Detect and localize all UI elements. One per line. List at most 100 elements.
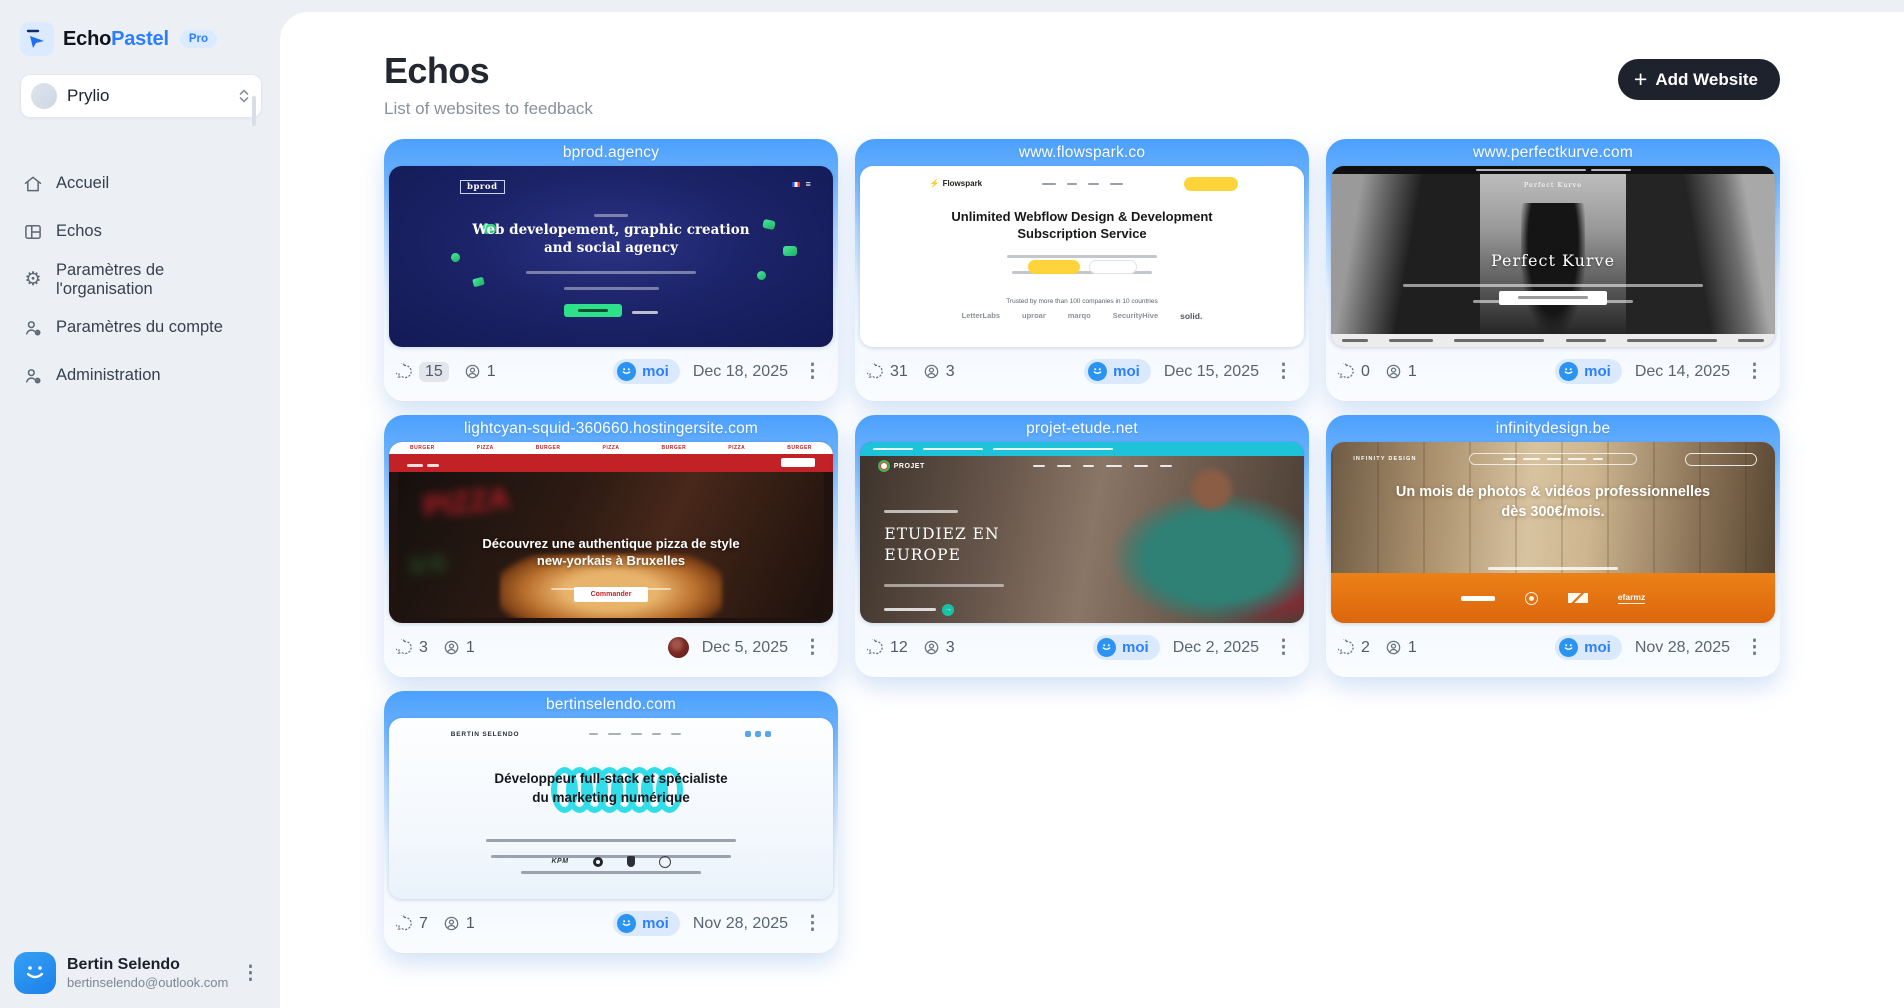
sidebar-item-label: Paramètres de l'organisation (56, 261, 260, 299)
card-menu-button[interactable]: ⋮ (1739, 358, 1770, 385)
website-thumbnail[interactable]: Perfect Kurve Perfect Kurve (1331, 166, 1775, 347)
main-panel: Echos List of websites to feedback + Add… (280, 12, 1904, 1008)
site-headline: Web developement, graphic creation and s… (469, 222, 753, 257)
partner-logo (1461, 594, 1495, 603)
partner-logo: marqo (1068, 311, 1091, 320)
chevron-up-down-icon (237, 88, 251, 104)
user-meta: Bertin Selendo bertinselendo@outlook.com (67, 956, 224, 990)
owner-avatar[interactable] (668, 637, 689, 658)
sidebar-item-administration[interactable]: Administration (20, 356, 262, 395)
add-website-button[interactable]: + Add Website (1618, 59, 1780, 100)
site-nav-pill (1469, 453, 1638, 465)
gear-icon: ⚙ (22, 269, 44, 291)
sidebar-item-parametres-compte[interactable]: Paramètres du compte (20, 308, 262, 347)
members-stat: 1 (443, 639, 475, 657)
echo-card-projet-etude[interactable]: projet-etude.net PROJET ETUDIEZ EN EUROP… (855, 415, 1309, 677)
sidebar-nav: Accueil Echos ⚙ Paramètres de l'organisa… (20, 164, 262, 395)
owner-badge[interactable]: moi (1093, 635, 1160, 660)
site-cta-button: Commander (574, 587, 648, 602)
site-nav-items (1042, 183, 1123, 186)
site-logo: INFINITY DESIGN (1353, 455, 1416, 463)
site-headline: Un mois de photos & vidéos professionnel… (1331, 482, 1775, 523)
website-thumbnail[interactable]: PROJET ETUDIEZ EN EUROPE → (860, 442, 1304, 623)
members-count: 1 (487, 363, 496, 381)
card-footer: 12 3 moi Dec 2, 2025 ⋮ (855, 623, 1309, 672)
student-photo (1060, 460, 1304, 623)
neon-sign: PIZZA (422, 482, 512, 525)
home-icon (22, 173, 44, 195)
site-subtext (389, 262, 833, 294)
user-gear-icon (22, 317, 44, 339)
comment-icon (396, 915, 413, 932)
card-menu-button[interactable]: ⋮ (797, 358, 828, 385)
card-menu-button[interactable]: ⋮ (1739, 634, 1770, 661)
partner-logo: uproar (1022, 311, 1046, 320)
partner-logo: SecurityHive (1113, 311, 1158, 320)
owner-badge[interactable]: moi (1555, 635, 1622, 660)
owner-label: moi (1122, 639, 1149, 656)
owner-badge[interactable]: moi (613, 911, 680, 936)
owner-badge[interactable]: moi (613, 359, 680, 384)
client-logo (593, 857, 603, 867)
website-thumbnail[interactable]: bprod ≡ Web developement, graphic creati… (389, 166, 833, 347)
sidebar-item-accueil[interactable]: Accueil (20, 164, 262, 203)
page-title: Echos (384, 50, 593, 92)
card-date: Dec 5, 2025 (702, 639, 788, 657)
comment-icon (1338, 639, 1355, 656)
owner-badge[interactable]: moi (1555, 359, 1622, 384)
client-logo-row: KPM (389, 856, 833, 868)
website-thumbnail[interactable]: BERTIN SELENDO Développeur full-stack et… (389, 718, 833, 899)
site-headline: Découvrez une authentique pizza de style… (398, 536, 824, 570)
layout-grid-icon (22, 221, 44, 243)
echo-card-bprod[interactable]: bprod.agency bprod ≡ Web developement, g… (384, 139, 838, 401)
sidebar-resize-handle[interactable] (252, 96, 256, 126)
echo-card-perfectkurve[interactable]: www.perfectkurve.com Perfect Kurve Perfe… (1326, 139, 1780, 401)
partner-logo (1568, 593, 1588, 603)
owner-badge[interactable]: moi (1084, 359, 1151, 384)
site-logo: Perfect Kurve (1331, 181, 1775, 189)
card-menu-button[interactable]: ⋮ (797, 910, 828, 937)
comments-stat: 0 (1338, 363, 1370, 381)
client-logo: KPM (551, 858, 568, 865)
website-thumbnail[interactable]: INFINITY DESIGN Un mois de photos & vidé… (1331, 442, 1775, 623)
echo-card-infinitydesign[interactable]: infinitydesign.be INFINITY DESIGN Un moi… (1326, 415, 1780, 677)
people-icon (1385, 363, 1402, 380)
partner-logo: solid. (1180, 311, 1202, 321)
site-headline: Perfect Kurve (1331, 251, 1775, 270)
organization-selector[interactable]: Prylio (20, 74, 262, 118)
card-footer: 7 1 moi Nov 28, 2025 ⋮ (384, 899, 838, 948)
echo-card-bertinselendo[interactable]: bertinselendo.com BERTIN SELENDO Dévelop… (384, 691, 838, 953)
site-logo: bprod (460, 180, 504, 194)
card-menu-button[interactable]: ⋮ (1268, 634, 1299, 661)
website-thumbnail[interactable]: BURGERPIZZABURGERPIZZABURGERPIZZABURGER … (389, 442, 833, 623)
website-thumbnail[interactable]: ⚡Flowspark Unlimited Webflow Design & De… (860, 166, 1304, 347)
site-secondary-button (1089, 260, 1137, 274)
user-menu-button[interactable]: ⋮ (235, 960, 266, 987)
hamburger-icon: ≡ (806, 180, 811, 189)
flag-icon (792, 182, 800, 187)
site-nav: ≡ (792, 180, 811, 189)
comments-count: 0 (1361, 363, 1370, 381)
members-stat: 1 (1385, 363, 1417, 381)
site-eyebrow (389, 213, 833, 218)
site-cta: → (884, 604, 1054, 616)
comments-count: 31 (890, 363, 908, 381)
card-menu-button[interactable]: ⋮ (797, 634, 828, 661)
site-ticker (1331, 334, 1775, 347)
card-menu-button[interactable]: ⋮ (1268, 358, 1299, 385)
site-subtext (389, 830, 833, 878)
people-icon (923, 363, 940, 380)
sidebar-item-label: Paramètres du compte (56, 318, 223, 337)
echo-card-flowspark[interactable]: www.flowspark.co ⚡Flowspark Unlimited We… (855, 139, 1309, 401)
user-profile[interactable]: Bertin Selendo bertinselendo@outlook.com… (14, 952, 266, 994)
site-cta-button (1028, 260, 1080, 274)
site-logo-strip: efarmz (1331, 573, 1775, 623)
sidebar-item-echos[interactable]: Echos (20, 212, 262, 251)
site-logo: BERTIN SELENDO (451, 731, 520, 738)
members-stat: 1 (1385, 639, 1417, 657)
client-logo (627, 856, 635, 867)
site-nav-items (1033, 465, 1172, 468)
members-stat: 1 (464, 363, 496, 381)
echo-card-pizza[interactable]: lightcyan-squid-360660.hostingersite.com… (384, 415, 838, 677)
sidebar-item-parametres-organisation[interactable]: ⚙ Paramètres de l'organisation (20, 260, 262, 299)
